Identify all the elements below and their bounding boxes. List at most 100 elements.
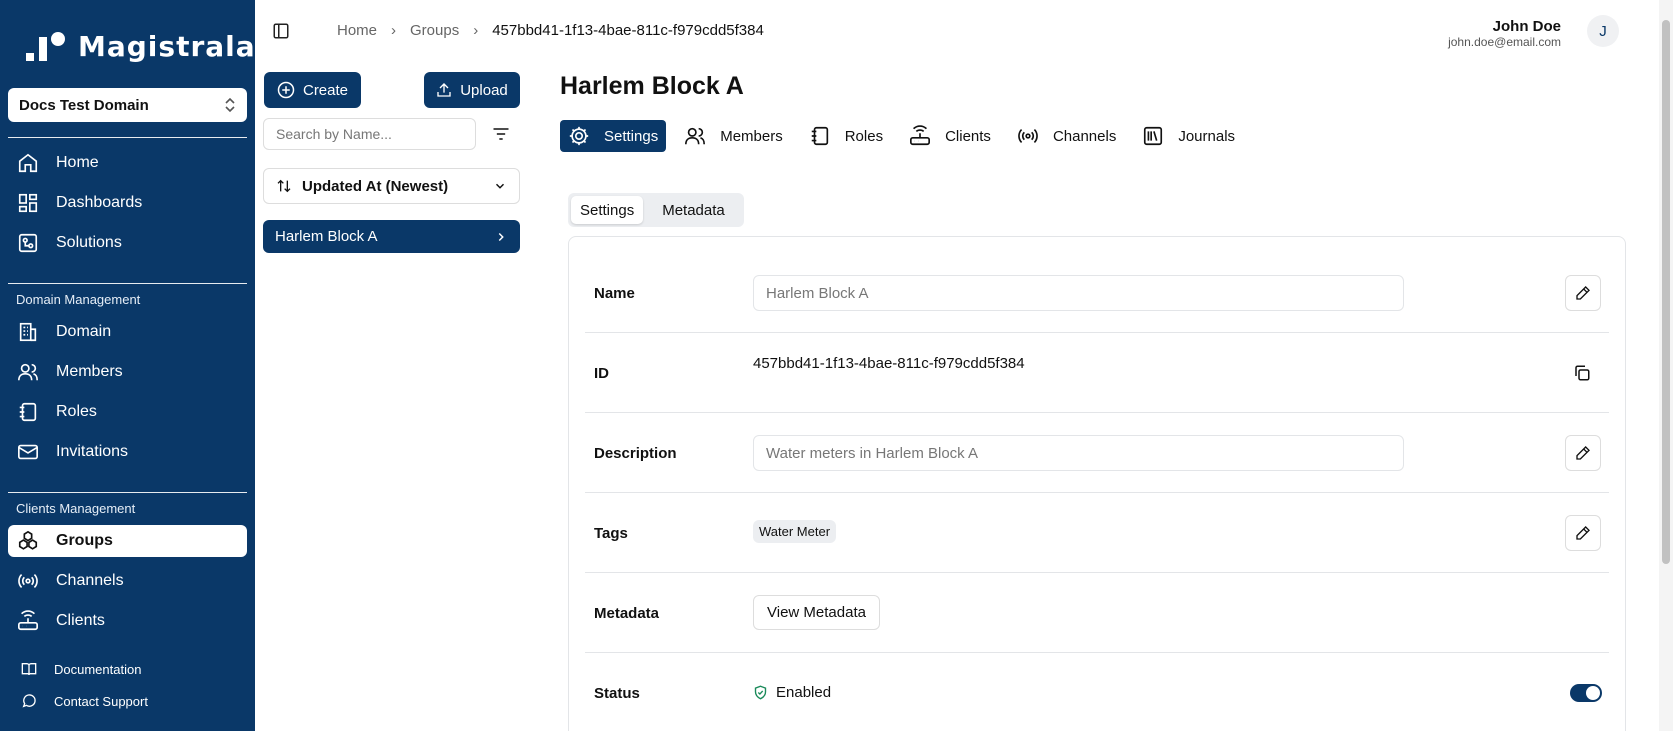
domain-name: Docs Test Domain [19,96,149,114]
chevrons-up-down-icon [225,97,235,113]
subtab-settings[interactable]: Settings [571,196,644,224]
edit-name-button[interactable] [1565,275,1601,311]
sidebar-item-dashboards[interactable]: Dashboards [8,187,247,219]
tab-members[interactable]: Members [676,120,791,152]
copy-icon [1575,365,1590,381]
toggle-knob [1586,686,1600,700]
view-metadata-button[interactable]: View Metadata [753,595,880,630]
pencil-icon [1576,286,1590,300]
user-email: john.doe@email.com [1448,35,1561,49]
sidebar-item-home[interactable]: Home [8,147,247,179]
upload-icon [436,82,452,98]
sidebar-item-groups[interactable]: Groups [8,525,247,557]
sidebar-item-solutions[interactable]: Solutions [8,227,247,259]
dashboard-icon [16,191,40,215]
channels-icon [16,569,40,593]
metadata-row: Metadata View Metadata [585,573,1609,653]
sidebar-item-members[interactable]: Members [8,356,247,388]
sidebar-item-label: Domain [56,323,112,340]
plus-circle-icon [277,81,295,99]
metadata-label: Metadata [594,604,660,622]
sort-label: Updated At (Newest) [302,177,449,195]
breadcrumb-home[interactable]: Home [337,22,377,39]
tab-label: Settings [604,127,659,145]
sidebar-item-label: Invitations [56,443,129,460]
status-toggle[interactable] [1570,684,1602,702]
id-label: ID [594,364,609,382]
tab-roles[interactable]: Roles [801,120,891,152]
tab-label: Members [720,127,783,145]
upload-button[interactable]: Upload [424,72,520,108]
upload-button-label: Upload [460,81,508,99]
sidebar: Magistrala Docs Test Domain Home Dashboa… [0,0,255,731]
edit-tags-button[interactable] [1565,515,1601,551]
chat-icon [20,692,38,710]
create-button-label: Create [302,81,349,99]
status-row: Status Enabled [585,653,1609,731]
building-icon [16,320,40,344]
tags-label: Tags [594,524,628,542]
status-text: Enabled [776,684,832,701]
status-value: Enabled [753,684,831,701]
filter-button[interactable] [491,124,511,144]
description-label: Description [594,444,677,462]
sidebar-toggle-button[interactable] [272,22,292,42]
users-icon [684,125,706,147]
chevron-right-icon [498,232,504,241]
tab-label: Journals [1178,127,1236,145]
sidebar-item-channels[interactable]: Channels [8,565,247,597]
tab-clients[interactable]: Clients [901,120,999,152]
name-field[interactable]: Harlem Block A [753,275,1404,311]
sidebar-item-label: Channels [56,572,124,589]
sort-select[interactable]: Updated At (Newest) [263,168,520,204]
sidebar-item-label: Contact Support [54,693,148,709]
chevron-down-icon [495,183,505,189]
sidebar-item-domain[interactable]: Domain [8,316,247,348]
sidebar-item-roles[interactable]: Roles [8,396,247,428]
sidebar-item-clients[interactable]: Clients [8,605,247,637]
router-icon [16,609,40,633]
sidebar-item-label: Groups [56,532,113,549]
sidebar-item-documentation[interactable]: Documentation [8,653,247,685]
tab-channels[interactable]: Channels [1009,120,1124,152]
users-icon [16,360,40,384]
app-root: Magistrala Docs Test Domain Home Dashboa… [0,0,1673,731]
page-title: Harlem Block A [560,72,744,100]
list-item-label: Harlem Block A [275,228,378,245]
sort-icon [277,179,291,193]
breadcrumb-current: 457bbd41-1f13-4bae-811c-f979cdd5f384 [492,22,764,39]
tab-label: Channels [1052,127,1117,145]
tags-list: Water Meter [753,520,837,543]
description-field-wrap: Water meters in Harlem Block A [753,435,1404,471]
brand-logo[interactable]: Magistrala [26,30,256,63]
sidebar-item-label: Documentation [54,661,142,677]
sidebar-item-label: Solutions [56,234,122,251]
domain-selector[interactable]: Docs Test Domain [8,88,247,122]
tab-journals[interactable]: Journals [1134,120,1243,152]
search-input[interactable] [263,118,476,150]
subtab-metadata[interactable]: Metadata [649,196,738,224]
pencil-icon [1576,526,1590,540]
sidebar-item-invitations[interactable]: Invitations [8,436,247,468]
breadcrumb-groups[interactable]: Groups [410,22,459,39]
chevron-right-icon: › [391,22,397,39]
scrollbar-thumb[interactable] [1662,20,1670,564]
edit-description-button[interactable] [1565,435,1601,471]
tab-settings[interactable]: Settings [560,120,667,152]
shield-check-icon [753,685,768,700]
create-button[interactable]: Create [264,72,361,108]
status-label: Status [594,684,640,702]
sidebar-divider [8,283,247,284]
description-field[interactable]: Water meters in Harlem Block A [753,435,1404,471]
user-info[interactable]: John Doe john.doe@email.com [1448,18,1561,49]
sidebar-item-contact-support[interactable]: Contact Support [8,685,247,717]
list-item[interactable]: Harlem Block A [263,220,520,253]
user-name: John Doe [1492,18,1561,35]
copy-id-button[interactable] [1573,364,1591,382]
sidebar-item-label: Dashboards [56,194,143,211]
breadcrumb: Home › Groups › 457bbd41-1f13-4bae-811c-… [337,22,764,39]
gear-icon [568,125,590,147]
section-heading-clients-management: Clients Management [16,501,136,516]
avatar[interactable]: J [1587,15,1619,47]
roles-icon [809,125,831,147]
